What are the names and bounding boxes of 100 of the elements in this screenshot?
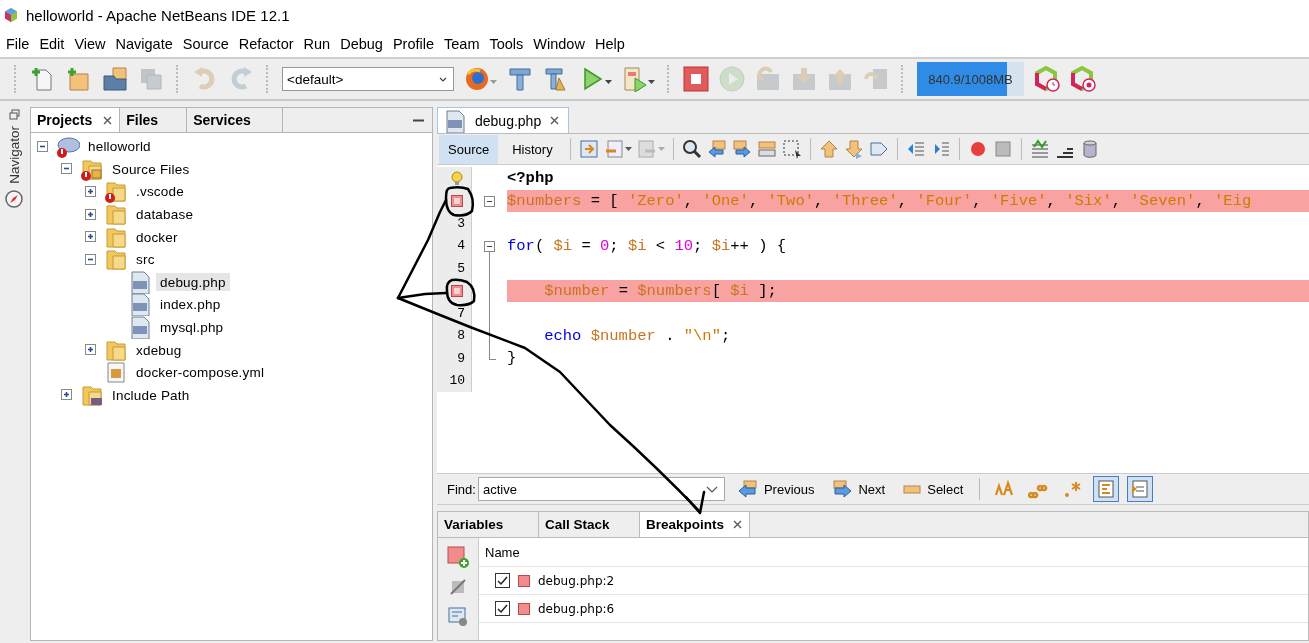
line-number: 10 [449,373,465,389]
tree-item[interactable]: .vscode [132,182,188,201]
expand-icon[interactable] [85,231,96,243]
close-icon[interactable] [102,114,114,126]
code-line: <?php [507,169,554,188]
menu-item[interactable]: Debug [336,35,387,52]
view-tab[interactable]: Source [439,134,499,164]
menu-item[interactable]: File [2,35,34,52]
stop-macro-icon[interactable] [992,139,1013,159]
app-logo-icon [4,7,18,23]
menu-item[interactable]: Team [440,35,484,52]
debugger-tab[interactable]: Variables [438,512,539,537]
menu-item[interactable]: Help [590,35,629,52]
close-icon[interactable] [732,519,744,530]
new-project-icon[interactable] [66,66,92,92]
navigator-tab[interactable]: Navigator [6,126,22,184]
left-arrow-icon [737,480,758,498]
breakpoint-name[interactable]: debug.php:2 [538,573,615,588]
breakpoint-icon [518,574,530,587]
tree-item[interactable]: database [132,205,198,224]
menu-item[interactable]: Refactor [234,35,298,52]
menu-item[interactable]: View [70,35,110,52]
hammer-broom-icon[interactable] [543,66,569,92]
tree-item[interactable]: src [132,250,159,269]
compass-icon [5,189,23,208]
find-button[interactable]: Previous [732,478,820,500]
tree-item[interactable]: docker [132,227,182,246]
tree-item[interactable]: docker-compose.yml [132,363,269,382]
menu-item[interactable]: Profile [388,35,438,52]
previous-bookmark-icon[interactable] [818,139,839,159]
restore-window-icon[interactable] [8,109,20,120]
tree-item[interactable]: Source Files [108,159,194,178]
menu-item[interactable]: Run [299,35,335,52]
collapse-icon[interactable] [37,140,48,152]
find-button[interactable]: Select [898,479,969,499]
column-header[interactable]: Name [485,544,520,560]
checkbox-checked-icon[interactable] [495,573,510,588]
menu-item[interactable]: Source [178,35,233,52]
caret-icon[interactable] [705,485,718,493]
breakpoint-name[interactable]: debug.php:6 [538,601,615,616]
right-arrow-icon [832,480,853,498]
browser-icon[interactable] [464,66,490,92]
breakpoint-icon[interactable] [451,194,463,207]
find-input[interactable]: active [477,477,725,501]
view-tab[interactable]: History [503,134,562,164]
tree-item[interactable]: helloworld [84,137,155,156]
last-edit-icon[interactable] [578,139,599,159]
caret-icon[interactable] [624,147,632,151]
toggle-bookmark-icon[interactable] [868,139,889,159]
search-icon[interactable] [681,139,702,159]
tree-item[interactable]: xdebug [132,340,186,359]
line-number: 8 [457,328,465,344]
profiler-clock-icon[interactable] [1034,66,1060,92]
deactivate-breakpoints-icon[interactable] [449,578,467,596]
hammer-icon[interactable] [507,66,533,92]
close-icon[interactable] [549,115,561,126]
line-number: 4 [457,238,465,254]
new-breakpoint-icon[interactable] [447,546,469,568]
highlight-bar-icon [903,483,922,495]
lightbulb-icon [451,171,463,186]
tree-item[interactable]: index.php [156,295,225,314]
highlight-results-toggle[interactable] [1093,476,1120,502]
breakpoint-settings-icon[interactable] [448,606,468,626]
breakpoint-icon[interactable] [451,284,463,297]
expand-icon[interactable] [85,344,96,356]
configuration-dropdown[interactable]: <default> [282,67,454,91]
expand-icon[interactable] [85,186,96,197]
select-rectangle-icon[interactable] [781,139,802,159]
php-file-icon [443,108,467,133]
collapse-icon[interactable] [61,163,72,175]
menu-item[interactable]: Tools [485,35,528,52]
wrap-around-toggle[interactable] [1127,476,1154,502]
panel-tab[interactable]: Projects [31,108,121,132]
tree-item[interactable]: Include Path [108,385,194,404]
menu-item[interactable]: Window [529,35,589,52]
caret-icon[interactable] [605,79,612,84]
editor-tab[interactable]: debug.php [437,107,570,133]
menu-item[interactable]: Edit [35,35,69,52]
menu-item[interactable]: Navigate [111,35,177,52]
next-bookmark-icon[interactable] [843,139,864,159]
expand-icon[interactable] [61,389,72,401]
caret-icon[interactable] [648,79,655,84]
checkbox-checked-icon[interactable] [495,601,510,616]
highlight-results-icon [1096,479,1117,499]
minimize-icon[interactable] [413,118,424,122]
code-line: } [507,349,517,368]
tree-item[interactable]: debug.php [156,272,230,291]
profiler-record-icon[interactable] [1070,66,1096,92]
find-button[interactable]: Next [827,478,891,500]
tree-item[interactable]: mysql.php [156,318,228,337]
debugger-tab[interactable]: Breakpoints [640,512,751,537]
code-line: $number = $numbers[ $i ]; [544,281,777,300]
find-previous-icon[interactable] [706,139,727,159]
collapse-icon[interactable] [85,253,96,265]
open-folder-icon[interactable] [102,66,128,92]
expand-icon[interactable] [85,208,96,220]
fold-icon[interactable] [484,195,495,207]
fold-icon[interactable] [484,240,495,258]
find-next-icon[interactable] [731,139,752,159]
stop-icon[interactable] [683,66,709,92]
